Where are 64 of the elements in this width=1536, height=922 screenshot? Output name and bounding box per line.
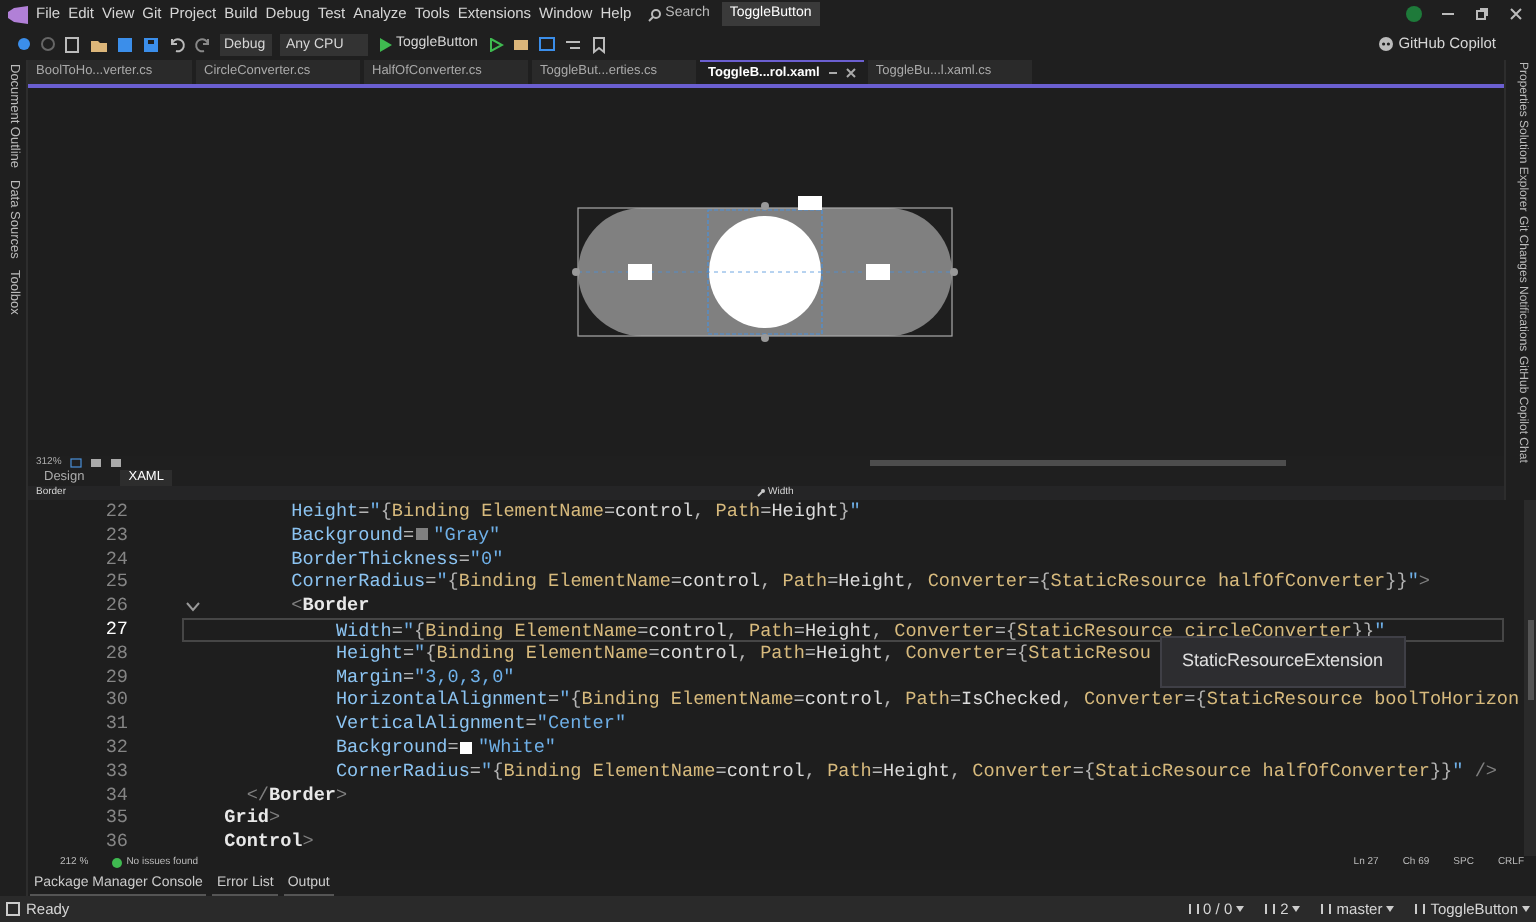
- code-line: <Border: [289, 594, 370, 618]
- play-icon: [380, 37, 392, 51]
- bookmark-icon[interactable]: [589, 35, 608, 53]
- line-number: 33: [103, 759, 128, 784]
- line-number: 26: [103, 594, 128, 618]
- code-line: HorizontalAlignment="{Binding ElementName=control, Path=IsChecked, Converter={StaticResource boolToHorizon: [333, 688, 1520, 713]
- code-line: Background= "Gray": [289, 523, 501, 548]
- code-line: Margin="3,0,3,0": [333, 665, 515, 689]
- window-icon[interactable]: [537, 35, 556, 53]
- chevron-down-icon[interactable]: [186, 601, 200, 612]
- forward-icon[interactable]: [40, 36, 56, 52]
- search-icon: [647, 7, 662, 21]
- line-number: 34: [103, 783, 128, 807]
- save-icon[interactable]: [116, 35, 134, 53]
- line-number: 22: [103, 500, 128, 524]
- app-logo-icon: [8, 5, 28, 23]
- layout-icon[interactable]: [109, 458, 122, 468]
- copilot-icon: [1378, 36, 1395, 52]
- user-avatar-icon[interactable]: [1406, 6, 1422, 22]
- code-line: </Border>: [244, 783, 348, 807]
- caret-icon: [1522, 906, 1530, 912]
- back-icon[interactable]: [16, 36, 32, 52]
- undo-icon[interactable]: [168, 35, 186, 53]
- code-line: BorderThickness="0": [289, 547, 504, 571]
- line-number: 28: [103, 641, 128, 666]
- code-line: Grid>: [222, 806, 281, 831]
- caret-icon: [1386, 906, 1395, 912]
- line-number: 23: [103, 523, 128, 548]
- close-icon[interactable]: [845, 68, 856, 78]
- line-number: 32: [103, 735, 128, 760]
- check-circle-icon: [112, 858, 123, 868]
- open-folder-icon[interactable]: [90, 35, 108, 53]
- tooltip: StaticResourceExtension: [1160, 636, 1406, 687]
- line-number: 24: [103, 547, 128, 571]
- caret-icon: [1236, 906, 1245, 912]
- code-line: Control>: [222, 830, 314, 854]
- line-number: 30: [103, 688, 128, 713]
- close-icon[interactable]: [1508, 6, 1524, 22]
- save-all-icon[interactable]: [142, 35, 160, 53]
- redo-icon[interactable]: [194, 35, 212, 53]
- scrollbar-thumb[interactable]: [1527, 620, 1533, 700]
- wrench-icon: [756, 488, 766, 498]
- line-number: 31: [103, 712, 128, 736]
- code-line: CornerRadius="{Binding ElementName=control, Path=Height, Converter={StaticResource halfOfConverter}}">: [289, 570, 1431, 595]
- code-line: Height="{Binding ElementName=control, Path=Height}": [289, 500, 861, 524]
- restore-icon[interactable]: [1474, 6, 1490, 22]
- code-line: VerticalAlignment="Center": [333, 712, 627, 736]
- new-item-icon[interactable]: [64, 35, 82, 53]
- code-line: Height="{Binding ElementName=control, Path=Height, Converter={StaticResou: [333, 641, 1151, 666]
- line-number: 25: [103, 570, 128, 595]
- line-number: 36: [103, 830, 128, 854]
- code-line: Background= "White": [333, 735, 556, 760]
- output-icon: [6, 902, 20, 916]
- line-number: 27: [103, 617, 128, 642]
- vertical-scrollbar[interactable]: [1524, 500, 1536, 856]
- pin-icon[interactable]: [827, 68, 838, 78]
- snap-icon[interactable]: [89, 458, 102, 468]
- line-number: 29: [103, 665, 128, 689]
- caret-icon: [1292, 906, 1301, 912]
- run-without-debugging-icon[interactable]: [489, 37, 504, 51]
- designer-horizontal-scrollbar[interactable]: [869, 460, 1286, 466]
- code-line: CornerRadius="{Binding ElementName=control, Path=Height, Converter={StaticResource halfOfConverter}}" />: [333, 759, 1498, 784]
- line-number: 35: [103, 806, 128, 831]
- grid-icon[interactable]: [69, 458, 82, 468]
